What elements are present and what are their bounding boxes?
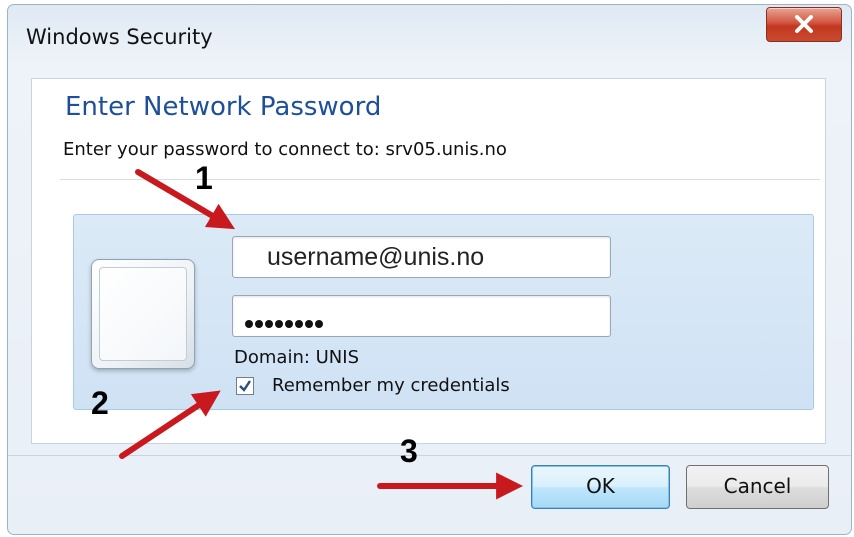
arrow-1	[135, 169, 235, 230]
step-1-label: 1	[195, 160, 213, 196]
step-2-label: 2	[91, 385, 109, 421]
annotation-arrows	[119, 169, 524, 500]
step-3-label: 3	[400, 433, 418, 469]
arrow-2	[119, 390, 221, 459]
